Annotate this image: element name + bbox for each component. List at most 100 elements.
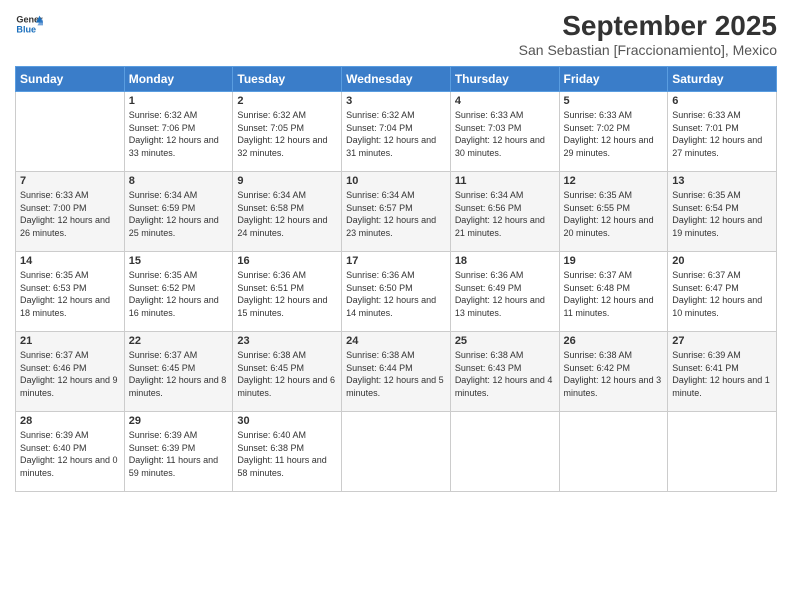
calendar-cell xyxy=(16,92,125,172)
day-info: Sunrise: 6:33 AMSunset: 7:03 PMDaylight:… xyxy=(455,110,545,158)
day-info: Sunrise: 6:37 AMSunset: 6:47 PMDaylight:… xyxy=(672,270,762,318)
day-number: 19 xyxy=(564,255,664,267)
day-number: 25 xyxy=(455,335,555,347)
day-number: 14 xyxy=(20,255,120,267)
calendar-week-1: 7 Sunrise: 6:33 AMSunset: 7:00 PMDayligh… xyxy=(16,172,777,252)
calendar-cell: 23 Sunrise: 6:38 AMSunset: 6:45 PMDaylig… xyxy=(233,332,342,412)
day-number: 9 xyxy=(237,175,337,187)
day-info: Sunrise: 6:36 AMSunset: 6:49 PMDaylight:… xyxy=(455,270,545,318)
calendar-cell: 13 Sunrise: 6:35 AMSunset: 6:54 PMDaylig… xyxy=(668,172,777,252)
day-number: 8 xyxy=(129,175,229,187)
header-tuesday: Tuesday xyxy=(233,67,342,92)
calendar-cell: 24 Sunrise: 6:38 AMSunset: 6:44 PMDaylig… xyxy=(342,332,451,412)
calendar-cell: 28 Sunrise: 6:39 AMSunset: 6:40 PMDaylig… xyxy=(16,412,125,492)
main-title: September 2025 xyxy=(519,10,777,42)
day-info: Sunrise: 6:33 AMSunset: 7:00 PMDaylight:… xyxy=(20,190,110,238)
calendar-cell: 22 Sunrise: 6:37 AMSunset: 6:45 PMDaylig… xyxy=(124,332,233,412)
title-block: September 2025 San Sebastian [Fraccionam… xyxy=(519,10,777,58)
day-info: Sunrise: 6:40 AMSunset: 6:38 PMDaylight:… xyxy=(237,430,326,478)
day-info: Sunrise: 6:36 AMSunset: 6:51 PMDaylight:… xyxy=(237,270,327,318)
day-number: 15 xyxy=(129,255,229,267)
calendar-cell: 5 Sunrise: 6:33 AMSunset: 7:02 PMDayligh… xyxy=(559,92,668,172)
header-saturday: Saturday xyxy=(668,67,777,92)
calendar-header-row: Sunday Monday Tuesday Wednesday Thursday… xyxy=(16,67,777,92)
calendar-cell: 18 Sunrise: 6:36 AMSunset: 6:49 PMDaylig… xyxy=(450,252,559,332)
day-info: Sunrise: 6:32 AMSunset: 7:05 PMDaylight:… xyxy=(237,110,327,158)
day-number: 6 xyxy=(672,95,772,107)
svg-text:Blue: Blue xyxy=(16,24,36,34)
subtitle: San Sebastian [Fraccionamiento], Mexico xyxy=(519,42,777,58)
calendar-cell: 14 Sunrise: 6:35 AMSunset: 6:53 PMDaylig… xyxy=(16,252,125,332)
calendar-cell: 21 Sunrise: 6:37 AMSunset: 6:46 PMDaylig… xyxy=(16,332,125,412)
calendar-cell: 30 Sunrise: 6:40 AMSunset: 6:38 PMDaylig… xyxy=(233,412,342,492)
day-info: Sunrise: 6:35 AMSunset: 6:53 PMDaylight:… xyxy=(20,270,110,318)
day-number: 10 xyxy=(346,175,446,187)
header-sunday: Sunday xyxy=(16,67,125,92)
calendar-cell: 2 Sunrise: 6:32 AMSunset: 7:05 PMDayligh… xyxy=(233,92,342,172)
day-info: Sunrise: 6:33 AMSunset: 7:02 PMDaylight:… xyxy=(564,110,654,158)
day-number: 24 xyxy=(346,335,446,347)
day-number: 1 xyxy=(129,95,229,107)
calendar-cell xyxy=(450,412,559,492)
day-number: 11 xyxy=(455,175,555,187)
day-number: 18 xyxy=(455,255,555,267)
calendar-table: Sunday Monday Tuesday Wednesday Thursday… xyxy=(15,66,777,492)
day-number: 28 xyxy=(20,415,120,427)
day-info: Sunrise: 6:39 AMSunset: 6:39 PMDaylight:… xyxy=(129,430,218,478)
day-number: 23 xyxy=(237,335,337,347)
day-info: Sunrise: 6:34 AMSunset: 6:58 PMDaylight:… xyxy=(237,190,327,238)
day-info: Sunrise: 6:37 AMSunset: 6:46 PMDaylight:… xyxy=(20,350,118,398)
day-number: 13 xyxy=(672,175,772,187)
calendar-cell: 25 Sunrise: 6:38 AMSunset: 6:43 PMDaylig… xyxy=(450,332,559,412)
calendar-cell: 9 Sunrise: 6:34 AMSunset: 6:58 PMDayligh… xyxy=(233,172,342,252)
day-number: 27 xyxy=(672,335,772,347)
day-number: 17 xyxy=(346,255,446,267)
calendar-week-4: 28 Sunrise: 6:39 AMSunset: 6:40 PMDaylig… xyxy=(16,412,777,492)
day-info: Sunrise: 6:35 AMSunset: 6:52 PMDaylight:… xyxy=(129,270,219,318)
day-number: 4 xyxy=(455,95,555,107)
calendar-week-0: 1 Sunrise: 6:32 AMSunset: 7:06 PMDayligh… xyxy=(16,92,777,172)
calendar-cell: 16 Sunrise: 6:36 AMSunset: 6:51 PMDaylig… xyxy=(233,252,342,332)
calendar-cell: 26 Sunrise: 6:38 AMSunset: 6:42 PMDaylig… xyxy=(559,332,668,412)
page: General Blue September 2025 San Sebastia… xyxy=(0,0,792,612)
calendar-week-3: 21 Sunrise: 6:37 AMSunset: 6:46 PMDaylig… xyxy=(16,332,777,412)
header: General Blue September 2025 San Sebastia… xyxy=(15,10,777,58)
calendar-cell: 1 Sunrise: 6:32 AMSunset: 7:06 PMDayligh… xyxy=(124,92,233,172)
day-info: Sunrise: 6:33 AMSunset: 7:01 PMDaylight:… xyxy=(672,110,762,158)
header-monday: Monday xyxy=(124,67,233,92)
day-number: 30 xyxy=(237,415,337,427)
day-info: Sunrise: 6:34 AMSunset: 6:59 PMDaylight:… xyxy=(129,190,219,238)
day-number: 7 xyxy=(20,175,120,187)
day-info: Sunrise: 6:35 AMSunset: 6:54 PMDaylight:… xyxy=(672,190,762,238)
header-thursday: Thursday xyxy=(450,67,559,92)
calendar-cell xyxy=(668,412,777,492)
day-number: 12 xyxy=(564,175,664,187)
calendar-cell xyxy=(342,412,451,492)
calendar-cell: 11 Sunrise: 6:34 AMSunset: 6:56 PMDaylig… xyxy=(450,172,559,252)
day-number: 5 xyxy=(564,95,664,107)
day-info: Sunrise: 6:38 AMSunset: 6:43 PMDaylight:… xyxy=(455,350,553,398)
logo-icon: General Blue xyxy=(15,10,43,38)
calendar-cell xyxy=(559,412,668,492)
calendar-cell: 12 Sunrise: 6:35 AMSunset: 6:55 PMDaylig… xyxy=(559,172,668,252)
calendar-cell: 29 Sunrise: 6:39 AMSunset: 6:39 PMDaylig… xyxy=(124,412,233,492)
day-info: Sunrise: 6:37 AMSunset: 6:48 PMDaylight:… xyxy=(564,270,654,318)
day-info: Sunrise: 6:38 AMSunset: 6:44 PMDaylight:… xyxy=(346,350,444,398)
calendar-cell: 19 Sunrise: 6:37 AMSunset: 6:48 PMDaylig… xyxy=(559,252,668,332)
calendar-cell: 4 Sunrise: 6:33 AMSunset: 7:03 PMDayligh… xyxy=(450,92,559,172)
day-info: Sunrise: 6:34 AMSunset: 6:56 PMDaylight:… xyxy=(455,190,545,238)
day-number: 20 xyxy=(672,255,772,267)
day-info: Sunrise: 6:39 AMSunset: 6:40 PMDaylight:… xyxy=(20,430,118,478)
day-info: Sunrise: 6:38 AMSunset: 6:42 PMDaylight:… xyxy=(564,350,662,398)
day-number: 21 xyxy=(20,335,120,347)
header-friday: Friday xyxy=(559,67,668,92)
day-info: Sunrise: 6:38 AMSunset: 6:45 PMDaylight:… xyxy=(237,350,335,398)
day-info: Sunrise: 6:36 AMSunset: 6:50 PMDaylight:… xyxy=(346,270,436,318)
calendar-cell: 27 Sunrise: 6:39 AMSunset: 6:41 PMDaylig… xyxy=(668,332,777,412)
calendar-cell: 10 Sunrise: 6:34 AMSunset: 6:57 PMDaylig… xyxy=(342,172,451,252)
day-info: Sunrise: 6:37 AMSunset: 6:45 PMDaylight:… xyxy=(129,350,227,398)
calendar-cell: 15 Sunrise: 6:35 AMSunset: 6:52 PMDaylig… xyxy=(124,252,233,332)
day-info: Sunrise: 6:35 AMSunset: 6:55 PMDaylight:… xyxy=(564,190,654,238)
calendar-cell: 17 Sunrise: 6:36 AMSunset: 6:50 PMDaylig… xyxy=(342,252,451,332)
day-number: 2 xyxy=(237,95,337,107)
